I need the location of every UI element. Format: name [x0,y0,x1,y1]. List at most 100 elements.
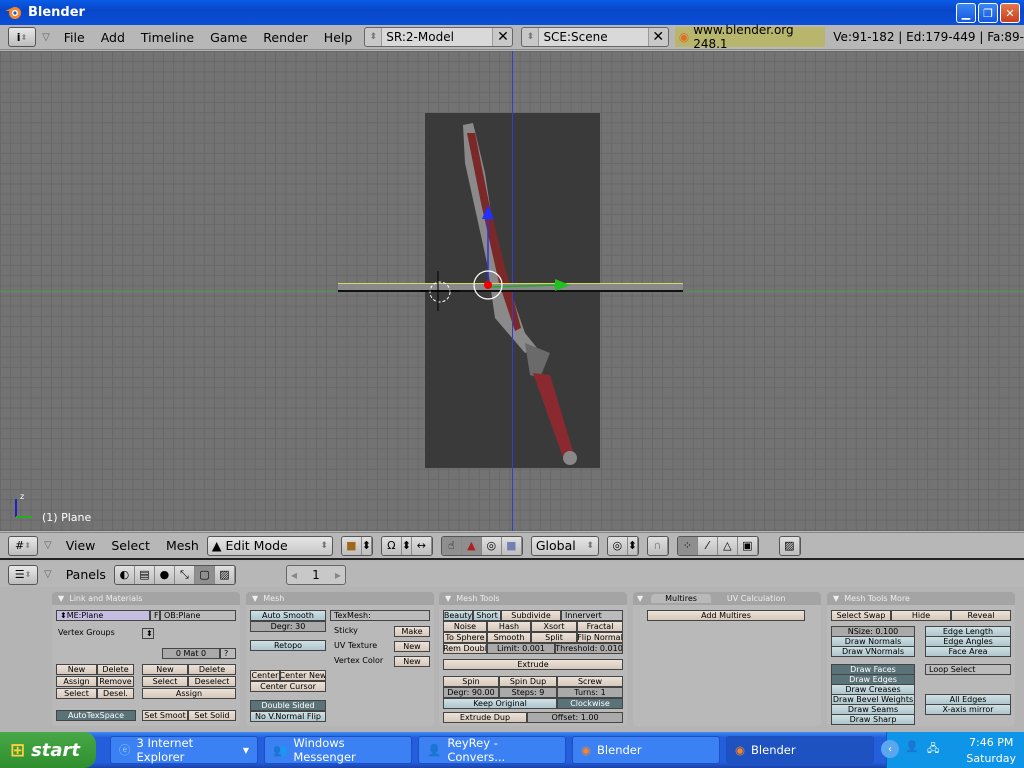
draw-type-select[interactable]: ■ ⬍ [340,535,373,556]
material-index-field[interactable]: 0 Mat 0 [162,648,220,659]
screen-browse-icon[interactable]: ⬍ [365,32,381,42]
center-new-button[interactable]: Center New [280,670,326,681]
editor-type-3dview-button[interactable]: # ⬍ [8,535,38,556]
vgroup-select-button[interactable]: Select [56,688,97,699]
xsort-button[interactable]: Xsort [531,621,577,632]
page-number-field[interactable]: ◂ 1 ▸ [285,564,346,585]
start-button[interactable]: ⊞ start [0,732,96,768]
remove-doubles-button[interactable]: Rem Doubl [443,643,487,654]
vertex-color-new-button[interactable]: New [394,656,430,667]
spin-degrees-field[interactable]: Degr: 90.00 [443,687,499,698]
screen-selector[interactable]: ⬍ SR:2-Model ✕ [364,27,514,47]
material-deselect-button[interactable]: Deselect [188,676,236,687]
autosmooth-degree-field[interactable]: Degr: 30 [250,621,326,632]
vgroup-assign-button[interactable]: Assign [56,676,97,687]
messenger-tray-icon[interactable]: 👤 [905,740,919,753]
threshold-field[interactable]: Threshold: 0.010 [555,643,623,654]
menu-select[interactable]: Select [103,538,158,553]
select-swap-button[interactable]: Select Swap [831,610,891,621]
hide-button[interactable]: Hide [891,610,951,621]
spin-button[interactable]: Spin [443,676,499,687]
loop-select-dropdown[interactable]: Loop Select [925,664,1011,675]
object-name-field[interactable]: OB:Plane [160,610,236,621]
delete-scene-button[interactable]: ✕ [647,28,668,46]
proportional-icon[interactable]: ◎ [607,536,628,555]
vgroup-remove-button[interactable]: Remove [97,676,134,687]
menu-mesh[interactable]: Mesh [158,538,207,553]
material-help-button[interactable]: ? [220,648,236,659]
task-blender-2[interactable]: ◉ Blender [726,736,874,764]
center-cursor-button[interactable]: Center Cursor [250,681,326,692]
editor-type-info-button[interactable]: i ⬍ [8,27,37,47]
spin-dup-button[interactable]: Spin Dup [499,676,557,687]
mode-select[interactable]: ▲ Edit Mode ⬍ [206,535,333,556]
flip-normal-button[interactable]: Flip Normal [577,632,623,643]
close-button[interactable]: ✕ [1000,3,1020,23]
menu-timeline[interactable]: Timeline [133,30,202,45]
texmesh-field[interactable]: TexMesh: [330,610,430,621]
vgroup-deselect-button[interactable]: Desel. [97,688,134,699]
material-delete-button[interactable]: Delete [188,664,236,675]
task-windows-messenger[interactable]: 👥 Windows Messenger [264,736,412,764]
scene-name-input[interactable]: SCE:Scene [538,28,648,46]
network-tray-icon[interactable]: 🖧 [927,740,939,759]
face-select-icon[interactable]: △ [717,536,738,555]
material-new-button[interactable]: New [142,664,188,675]
task-blender-1[interactable]: ◉ Blender [572,736,720,764]
material-select-button[interactable]: Select [142,676,188,687]
center-button[interactable]: Center [250,670,280,681]
panel-header[interactable]: ▼ Link and Materials [52,592,240,605]
vgroup-new-button[interactable]: New [56,664,97,675]
proportional-edit-select[interactable]: ◎ ⬍ [606,535,639,556]
mesh-name-field[interactable]: ⬍ ME:Plane [56,610,150,621]
screen-name-input[interactable]: SR:2-Model [381,28,493,46]
set-solid-button[interactable]: Set Solid [188,710,236,721]
shading-icon[interactable]: ● [154,565,175,584]
rotate-icon[interactable]: ◎ [481,536,502,555]
hash-button[interactable]: Hash [487,621,531,632]
tab-multires[interactable]: Multires [651,594,711,603]
scene-selector[interactable]: ⬍ SCE:Scene ✕ [521,27,669,47]
extrude-button[interactable]: Extrude [443,659,623,670]
collapse-menu-icon[interactable]: ▽ [44,569,52,580]
transform-manipulator[interactable] [420,201,580,351]
menu-game[interactable]: Game [202,30,255,45]
editor-type-buttons-button[interactable]: ☰ ⬍ [8,564,38,585]
noise-button[interactable]: Noise [443,621,487,632]
vertex-groups-browse[interactable]: ⬍ [142,628,154,639]
edge-select-icon[interactable]: ⁄ [697,536,718,555]
collapse-menu-icon[interactable]: ▽ [44,540,52,551]
panel-header[interactable]: ▼ Mesh Tools [439,592,627,605]
sticky-make-button[interactable]: Make [394,626,430,637]
offset-field[interactable]: Offset: 1.00 [527,712,623,723]
editing-icon[interactable]: ▢ [194,565,215,584]
fractal-button[interactable]: Fractal [577,621,623,632]
vgroup-delete-button[interactable]: Delete [97,664,134,675]
show-hidden-icons-button[interactable]: ‹ [881,740,899,758]
menu-add[interactable]: Add [93,30,133,45]
no-vnormal-flip-toggle[interactable]: No V.Normal Flip [250,711,326,722]
menu-file[interactable]: File [56,30,93,45]
menu-view[interactable]: View [58,538,104,553]
manipulator-toggle-icon[interactable]: ↔ [411,536,432,555]
fake-user-button[interactable]: F [150,610,160,621]
task-conversation[interactable]: 👤 ReyRey - Convers... [418,736,566,764]
material-assign-button[interactable]: Assign [142,688,236,699]
subdivide-button[interactable]: Subdivide [501,610,561,621]
collapse-menu-icon[interactable]: ▽ [42,32,50,43]
extrude-dup-button[interactable]: Extrude Dup [443,712,527,723]
magnet-icon[interactable]: ∩ [647,536,668,555]
restore-button[interactable]: ❐ [978,3,998,23]
panel-header[interactable]: ▼ Mesh [246,592,434,605]
scene-browse-icon[interactable]: ⬍ [522,32,538,42]
occlude-icon[interactable]: ▣ [737,536,758,555]
autotexspace-toggle[interactable]: AutoTexSpace [56,710,136,721]
face-area-toggle[interactable]: Face Area [925,646,1011,657]
scale-icon[interactable]: ■ [501,536,522,555]
collapse-icon[interactable]: ▼ [637,594,643,603]
to-sphere-button[interactable]: To Sphere [443,632,487,643]
snap-toggle[interactable]: ∩ [646,535,669,556]
scene-icon[interactable]: ▨ [214,565,235,584]
x-axis-mirror-toggle[interactable]: X-axis mirror [925,704,1011,715]
logic-icon[interactable]: ◐ [114,565,135,584]
